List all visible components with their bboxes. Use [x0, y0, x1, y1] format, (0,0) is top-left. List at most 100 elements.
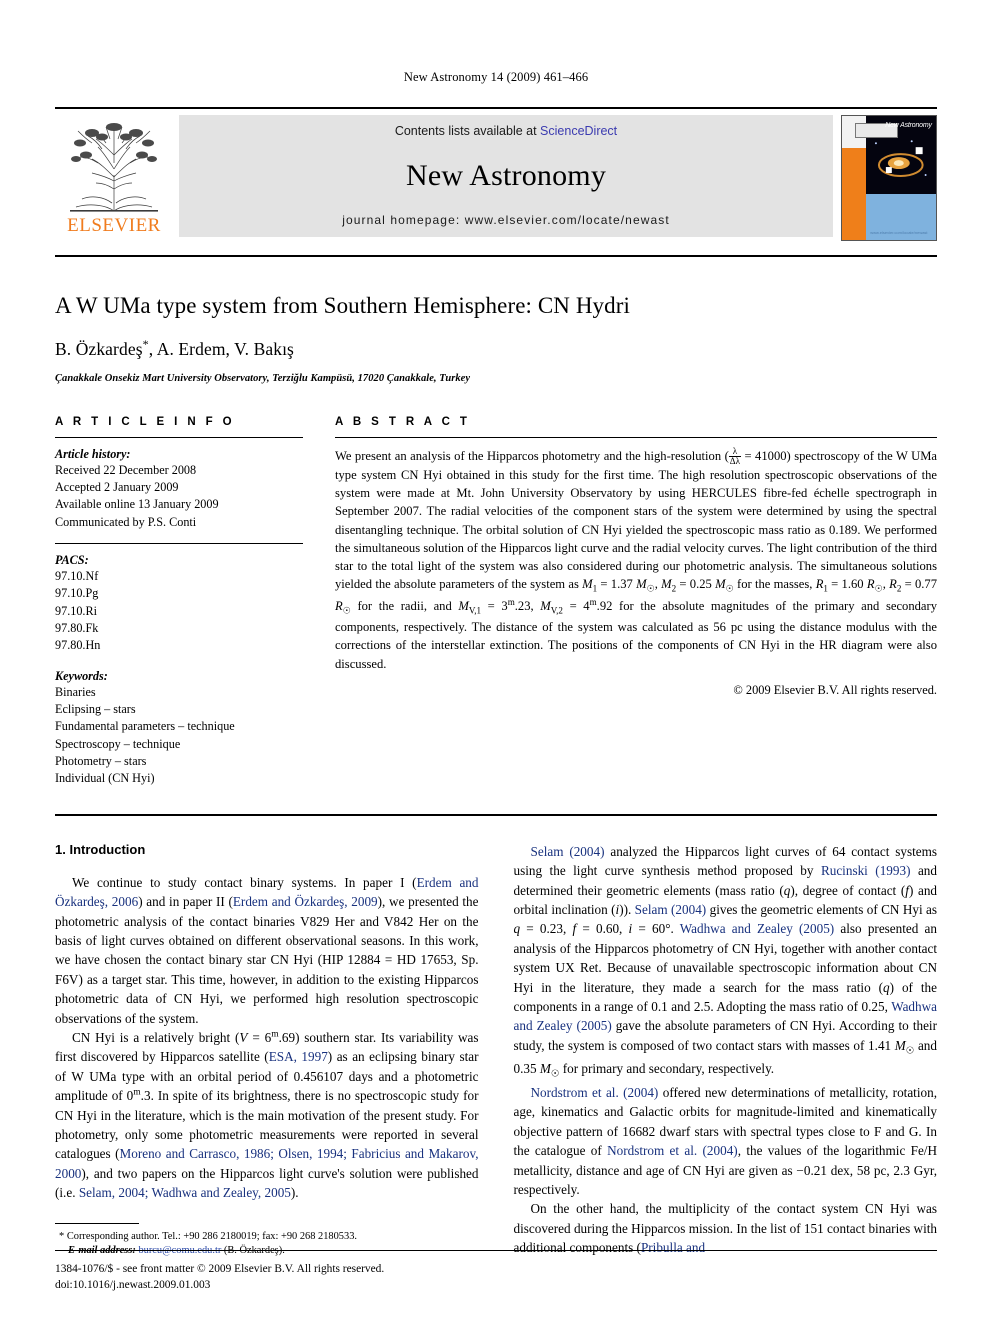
intro-paragraph-5: On the other hand, the multiplicity of t…: [514, 1199, 938, 1257]
page-footer: 1384-1076/$ - see front matter © 2009 El…: [55, 1261, 575, 1293]
abstract-text: We present an analysis of the Hipparcos …: [335, 445, 938, 671]
citation-link[interactable]: Nordstrom et al. (2004): [607, 1143, 738, 1158]
absmag1-decimal: .23,: [514, 599, 541, 614]
text-run: for primary and secondary, respectively.: [559, 1061, 775, 1077]
mag-superscript: m: [133, 1087, 141, 1098]
footer-rule: [55, 1250, 937, 1251]
text-run: On the other hand, the multiplicity of t…: [513, 1201, 938, 1256]
abstract-heading: A B S T R A C T: [335, 415, 471, 428]
author-rest: , A. Erdem, V. Bakış: [148, 338, 294, 359]
keywords-label: Keywords:: [55, 668, 108, 683]
abstract-part-1: We present an analysis of the Hipparcos …: [335, 448, 729, 463]
keyword-item: Binaries: [55, 684, 96, 699]
text-run: ) and in paper II (: [138, 894, 233, 910]
text-run: )).: [619, 901, 635, 917]
intro-paragraph-2: CN Hyi is a relatively bright (V = 6m.69…: [55, 1028, 479, 1203]
citation-link[interactable]: ESA, 1997: [269, 1049, 328, 1064]
cover-nebula-icon: [875, 140, 928, 177]
absmag1-symbol: M: [458, 599, 469, 614]
solar-mass-symbol: M: [894, 1037, 906, 1053]
history-available-online: Available online 13 January 2009: [55, 497, 219, 512]
keyword-item: Fundamental parameters – technique: [55, 719, 235, 734]
solar-radius-sub: ☉: [342, 605, 351, 616]
citation-link[interactable]: Nordstrom et al. (2004): [531, 1085, 659, 1100]
text-run: = 6: [247, 1030, 272, 1045]
abstract-column: A B S T R A C T We present an analysis o…: [335, 416, 937, 788]
abstract-copyright: © 2009 Elsevier B.V. All rights reserved…: [733, 682, 937, 697]
absmag1-sub: V,1: [468, 605, 482, 616]
solar-mass-sub: ☉: [725, 584, 734, 594]
mass1-symbol: M: [582, 577, 593, 592]
citation-link[interactable]: Selam, 2004; Wadhwa and Zealey, 2005: [79, 1185, 291, 1200]
radii-tail: for the radii, and: [350, 599, 459, 614]
pacs-label: PACS:: [55, 553, 89, 568]
page-title: A W UMa type system from Southern Hemisp…: [55, 293, 631, 318]
footnote-contact-line: Corresponding author. Tel.: +90 286 2180…: [66, 1230, 357, 1242]
text-run: = 0.60,: [576, 921, 629, 937]
absmag2-symbol: M: [540, 599, 551, 614]
solar-radius-symbol: R: [335, 599, 343, 614]
citation-link[interactable]: Pribulla and: [641, 1240, 705, 1255]
affiliation: Çanakkale Onsekiz Mart University Observ…: [55, 372, 471, 384]
history-received: Received 22 December 2008: [55, 462, 197, 477]
radius2-value: = 0.77: [901, 577, 938, 592]
citation-link[interactable]: Selam (2004): [531, 844, 605, 859]
abstract-part-2: = 41000) spectroscopy of the W UMa type …: [335, 448, 937, 592]
sciencedirect-link[interactable]: ScienceDirect: [540, 124, 617, 138]
solar-mass-sub: ☉: [646, 584, 655, 594]
elsevier-tree-icon: [70, 123, 158, 212]
contents-prefix: Contents lists available at: [394, 124, 541, 138]
keyword-item: Individual (CN Hyi): [55, 771, 155, 786]
masses-tail: for the masses,: [733, 577, 816, 592]
text-run: gives the geometric elements of CN Hyi a…: [706, 901, 937, 917]
citation-link[interactable]: Erdem and Özkardeş, 2009: [233, 894, 378, 909]
keyword-item: Eclipsing – stars: [55, 702, 136, 717]
mag-superscript: m: [589, 597, 597, 608]
journal-name: New Astronomy: [405, 158, 607, 192]
footnote-rule: [55, 1222, 139, 1224]
text-run: ), we presented the photometric analysis…: [55, 894, 479, 1026]
mass-ratio-symbol: q: [883, 979, 890, 995]
masthead-bottom-rule: [55, 255, 937, 257]
corresponding-author-footnote: * Corresponding author. Tel.: +90 286 21…: [55, 1230, 479, 1259]
intro-paragraph-4: Nordstrom et al. (2004) offered new dete…: [514, 1083, 938, 1199]
running-head: New Astronomy 14 (2009) 461–466: [403, 70, 589, 84]
journal-masthead: ELSEVIER Contents lists available at Sci…: [55, 107, 937, 241]
history-accepted: Accepted 2 January 2009: [55, 480, 179, 495]
author-list: B. Özkardeş*, A. Erdem, V. Bakış: [55, 337, 937, 360]
solar-radius-sub: ☉: [874, 584, 883, 594]
citation-link[interactable]: Wadhwa and Zealey (2005): [680, 921, 834, 936]
mass1-value: = 1.37: [597, 577, 637, 592]
article-info-rule: [55, 436, 303, 438]
issn-copyright-line: 1384-1076/$ - see front matter © 2009 El…: [55, 1262, 385, 1275]
elsevier-logo: ELSEVIER: [55, 115, 173, 237]
history-communicated-by: Communicated by P.S. Conti: [55, 514, 197, 529]
journal-homepage[interactable]: journal homepage: www.elsevier.com/locat…: [342, 213, 670, 227]
pacs-item: 97.10.Ri: [55, 603, 97, 618]
mag-superscript: m: [507, 597, 515, 608]
solar-mass-symbol: M: [539, 1061, 551, 1077]
article-page: New Astronomy 14 (2009) 461–466 ELSEVIER…: [0, 0, 992, 1323]
absmag2-sub: V,2: [550, 605, 563, 616]
masthead-center: Contents lists available at ScienceDirec…: [179, 115, 833, 237]
body-columns: 1. Introduction We continue to study con…: [55, 842, 937, 1259]
info-abstract-region: A R T I C L E I N F O Article history: R…: [55, 416, 937, 788]
mass2-value: = 0.25: [676, 577, 716, 592]
radius2-symbol: R: [889, 577, 897, 592]
text-run: ), degree of contact (: [790, 882, 906, 898]
intro-paragraph-1: We continue to study contact binary syst…: [55, 873, 479, 1028]
author-first: B. Özkardeş: [55, 338, 143, 359]
radius1-value: = 1.60: [827, 577, 867, 592]
text-run: CN Hyi is a relatively bright (: [72, 1030, 240, 1045]
pacs-item: 97.80.Fk: [55, 621, 99, 636]
citation-link[interactable]: Selam (2004): [635, 902, 707, 917]
absmag1-value: = 3: [481, 599, 508, 614]
article-info-column: A R T I C L E I N F O Article history: R…: [55, 416, 303, 788]
text-run: We continue to study contact binary syst…: [72, 874, 417, 890]
resolution-fraction: λ Δλ: [728, 445, 742, 466]
pacs-item: 97.10.Nf: [55, 569, 99, 584]
citation-link[interactable]: Rucinski (1993): [821, 863, 911, 878]
mass2-symbol: M: [661, 577, 672, 592]
journal-cover-thumbnail: New Astronomy www.elsevier.com/locate/ne…: [841, 115, 937, 241]
